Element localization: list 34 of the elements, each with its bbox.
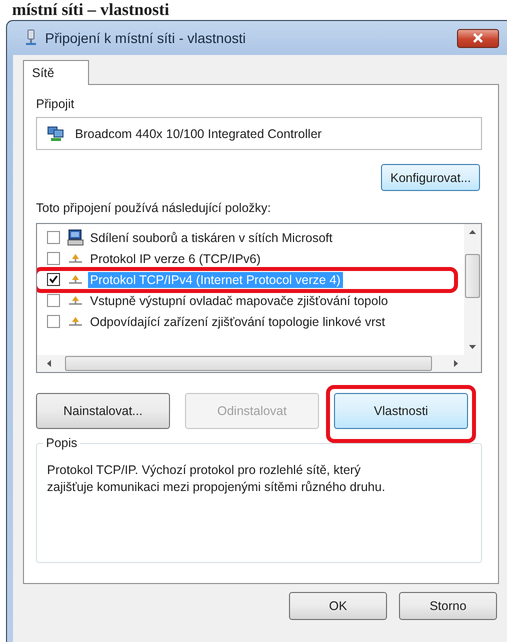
close-icon	[472, 33, 484, 43]
network-plug-icon	[25, 29, 37, 47]
checkbox[interactable]	[47, 252, 60, 265]
list-item[interactable]: Vstupně výstupní ovladač mapovače zjišťování topolo	[88, 292, 390, 308]
checkbox[interactable]	[47, 273, 60, 286]
page-heading: místní síti – vlastnosti	[11, 0, 170, 19]
scroll-right-icon	[454, 360, 458, 367]
configure-button[interactable]: Konfigurovat...	[381, 164, 480, 191]
checkbox[interactable]	[47, 315, 60, 328]
tab[interactable]: Sítě	[23, 60, 90, 85]
list-item[interactable]: Odpovídající zařízení zjišťování topologie linkové vrst	[88, 314, 388, 330]
adapter-name: Broadcom 440x 10/100 Integrated Controller	[75, 126, 322, 140]
list-item[interactable]: Protokol IP verze 6 (TCP/IPv6)	[88, 250, 263, 266]
list-item[interactable]: Sdílení souborů a tiskáren v sítích Microsoft	[88, 230, 334, 246]
vertical-scrollbar[interactable]	[464, 224, 481, 355]
checkmark-icon	[49, 275, 58, 284]
group-label: Popis	[43, 436, 80, 450]
horizontal-scrollbar[interactable]	[37, 355, 481, 372]
window-title: Připojení k místní síti - vlastnosti	[45, 30, 247, 46]
items-label: Toto připojení používá následující položky:	[36, 201, 272, 215]
scroll-up-icon	[469, 230, 476, 234]
close-button[interactable]	[457, 28, 499, 48]
checkbox[interactable]	[47, 231, 60, 244]
checkbox[interactable]	[47, 294, 60, 307]
scroll-down-icon	[469, 345, 476, 349]
section-label: Připojit	[36, 97, 76, 111]
button[interactable]: OK	[289, 592, 387, 620]
description-text: Protokol TCP/IP. Výchozí protokol pro rozlehlé sítě, který zajišťuje komunikaci mezi propojenými sítěmi různého druhu.	[47, 462, 386, 496]
button[interactable]: Storno	[399, 592, 497, 620]
button[interactable]: Vlastnosti	[334, 393, 468, 429]
computer-printer-icon	[67, 229, 84, 246]
button[interactable]: Nainstalovat...	[36, 393, 170, 429]
scroll-left-icon	[47, 360, 51, 367]
network-computers-icon	[47, 124, 65, 142]
